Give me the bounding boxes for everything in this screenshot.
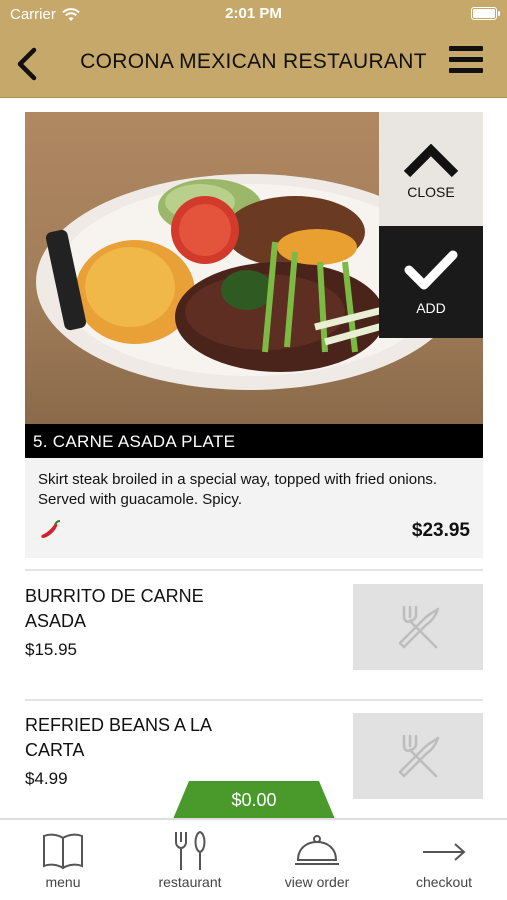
tab-view-order[interactable]: view order: [254, 820, 380, 900]
item-name: REFRIED BEANS A LA CARTA: [25, 715, 212, 760]
status-bar: Carrier 2:01 PM: [0, 0, 507, 28]
book-icon: [43, 833, 83, 870]
close-label: CLOSE: [407, 184, 455, 200]
close-button[interactable]: CLOSE: [379, 112, 483, 226]
utensils-icon: [398, 734, 440, 778]
status-time: 2:01 PM: [225, 5, 282, 22]
chevron-up-icon: [403, 144, 459, 178]
tab-label: restaurant: [158, 874, 222, 890]
page-title: CORONA MEXICAN RESTAURANT: [80, 50, 427, 73]
tab-label: view order: [284, 874, 350, 890]
featured-item-description: Skirt steak broiled in a special way, to…: [38, 471, 438, 508]
tab-checkout[interactable]: checkout: [381, 820, 507, 900]
list-item[interactable]: BURRITO DE CARNE ASADA $15.95: [25, 584, 483, 674]
tab-label: menu: [45, 874, 81, 890]
divider: [25, 699, 483, 701]
item-thumbnail: [353, 584, 483, 670]
cart-total-button[interactable]: $0.00: [173, 781, 335, 819]
cloche-icon: [295, 835, 339, 865]
back-button[interactable]: [10, 44, 46, 84]
navigation-bar: Carrier 2:01 PM CORONA MEXICAN RESTAURAN…: [0, 0, 507, 98]
cart-total: $0.00: [231, 790, 277, 810]
featured-item-name: 5. CARNE ASADA PLATE: [25, 424, 483, 458]
item-price: $15.95: [25, 640, 77, 659]
tab-menu[interactable]: menu: [0, 820, 126, 900]
divider: [25, 569, 483, 571]
hamburger-icon: [449, 46, 483, 51]
tab-label: checkout: [415, 874, 473, 890]
utensils-icon: [398, 605, 440, 649]
item-price: $4.99: [25, 769, 68, 788]
hamburger-menu-button[interactable]: [449, 46, 483, 76]
add-button[interactable]: ADD: [379, 226, 483, 338]
add-label: ADD: [416, 300, 446, 316]
battery-icon: [471, 7, 500, 20]
featured-item-card[interactable]: CLOSE ADD 5. CARNE ASADA PLATE Skirt ste…: [25, 112, 483, 558]
chili-pepper-icon: [41, 520, 61, 538]
fork-knife-icon: [175, 830, 206, 870]
tab-bar: menu restaurant view order checkout: [0, 818, 507, 900]
tab-restaurant[interactable]: restaurant: [127, 820, 253, 900]
item-name: BURRITO DE CARNE ASADA: [25, 586, 204, 631]
chevron-left-icon: [17, 47, 37, 81]
item-thumbnail: [353, 713, 483, 799]
checkmark-icon: [404, 250, 458, 290]
arrow-right-icon: [423, 843, 466, 861]
featured-item-price: $23.95: [411, 520, 470, 541]
